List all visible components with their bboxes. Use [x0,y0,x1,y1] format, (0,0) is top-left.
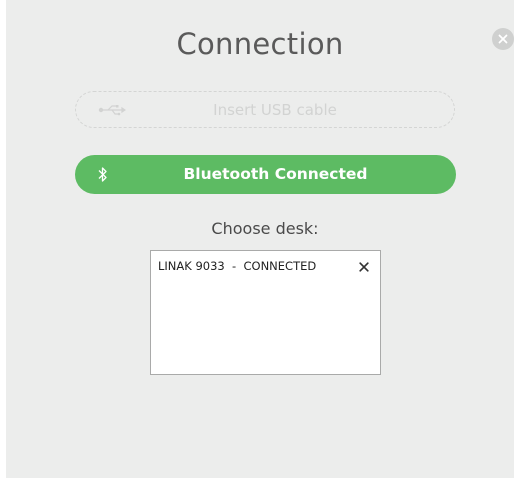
connection-dialog [6,0,514,478]
desk-list-item[interactable]: LINAK 9033 - CONNECTED [151,251,380,279]
bluetooth-button[interactable]: Bluetooth Connected [75,155,456,194]
bluetooth-button-label: Bluetooth Connected [183,165,368,183]
dialog-title: Connection [176,27,344,61]
desk-list[interactable]: LINAK 9033 - CONNECTED [150,250,381,375]
usb-button: Insert USB cable [75,91,455,128]
usb-button-label: Insert USB cable [213,101,337,119]
desk-name: LINAK 9033 - CONNECTED [158,259,317,273]
remove-icon[interactable] [359,262,369,272]
choose-desk-label: Choose desk: [211,219,319,238]
